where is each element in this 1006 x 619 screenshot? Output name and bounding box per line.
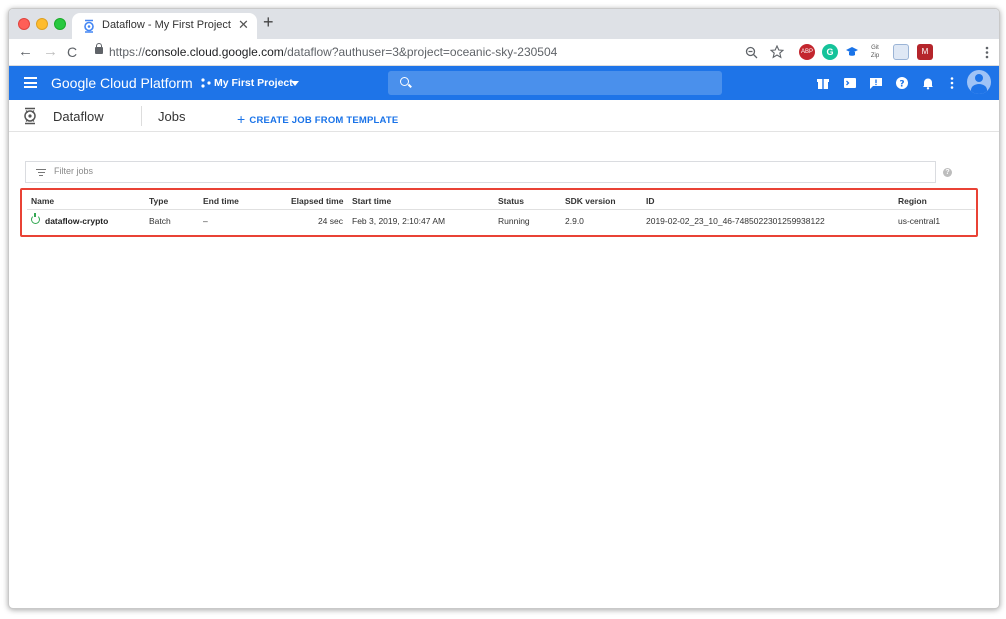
svg-text:?: ? <box>899 80 904 90</box>
column-header-status[interactable]: Status <box>498 196 524 206</box>
chevron-down-icon[interactable] <box>291 81 299 86</box>
back-button[interactable]: ← <box>18 43 33 60</box>
browser-tab[interactable]: Dataflow - My First Project - G ✕ <box>72 13 257 39</box>
job-elapsed-time: 24 sec <box>317 216 343 226</box>
tab-title: Dataflow - My First Project - G <box>102 19 232 31</box>
close-window-button[interactable] <box>18 18 30 30</box>
table-row[interactable]: dataflow-crypto Batch – 24 sec Feb 3, 20… <box>27 210 975 230</box>
browser-window: Dataflow - My First Project - G ✕ + ← → … <box>8 8 1000 609</box>
gcp-header: Google Cloud Platform My First Project ? <box>9 66 999 100</box>
gift-icon[interactable] <box>816 76 830 90</box>
address-bar[interactable]: https://console.cloud.google.com/dataflo… <box>109 45 557 59</box>
search-icon <box>400 77 409 86</box>
job-status: Running <box>498 216 530 226</box>
url-scheme: https:// <box>109 45 146 59</box>
column-header-sdk-version[interactable]: SDK version <box>565 196 616 206</box>
account-avatar[interactable] <box>967 70 991 94</box>
filter-jobs-input[interactable]: Filter jobs <box>25 161 936 183</box>
column-header-start-time[interactable]: Start time <box>352 196 391 206</box>
tab-strip: Dataflow - My First Project - G ✕ + <box>9 9 999 39</box>
graduation-cap-icon[interactable] <box>845 45 859 59</box>
lock-icon <box>95 43 103 54</box>
adblock-extension-icon[interactable]: ABP <box>799 44 815 60</box>
divider <box>141 106 142 126</box>
bookmark-star-icon[interactable] <box>770 45 784 59</box>
column-header-region[interactable]: Region <box>898 196 927 206</box>
column-header-elapsed-time[interactable]: Elapsed time <box>291 196 343 206</box>
help-icon[interactable]: ? <box>895 76 909 90</box>
feedback-icon[interactable] <box>869 76 883 90</box>
help-icon[interactable]: ? <box>943 168 952 177</box>
jobs-table: Name Type End time Elapsed time Start ti… <box>27 193 975 230</box>
column-header-type[interactable]: Type <box>149 196 168 206</box>
grammarly-extension-icon[interactable]: G <box>822 44 838 60</box>
filter-placeholder: Filter jobs <box>54 166 94 176</box>
dataflow-icon <box>84 19 94 33</box>
plus-icon: + <box>237 111 246 127</box>
screenshot-extension-icon[interactable] <box>893 44 909 60</box>
search-input[interactable] <box>388 71 722 95</box>
zoom-icon[interactable] <box>745 46 758 59</box>
browser-toolbar: ← → C https://console.cloud.google.com/d… <box>9 39 999 66</box>
cloud-shell-icon[interactable] <box>843 76 857 90</box>
minimize-window-button[interactable] <box>36 18 48 30</box>
job-start-time: Feb 3, 2019, 2:10:47 AM <box>352 216 446 226</box>
column-header-end-time[interactable]: End time <box>203 196 239 206</box>
product-title: Dataflow <box>53 109 104 124</box>
new-tab-button[interactable]: + <box>263 12 274 33</box>
forward-button[interactable]: → <box>43 43 58 60</box>
column-header-name[interactable]: Name <box>31 196 54 206</box>
create-job-from-template-button[interactable]: + CREATE JOB FROM TEMPLATE <box>237 110 399 127</box>
gcp-brand[interactable]: Google Cloud Platform <box>51 75 193 91</box>
dataflow-icon <box>24 107 36 125</box>
maximize-window-button[interactable] <box>54 18 66 30</box>
create-job-label: CREATE JOB FROM TEMPLATE <box>249 115 399 126</box>
job-id: 2019-02-02_23_10_46-7485022301259938122 <box>646 216 825 226</box>
extension-icon[interactable]: M <box>917 44 933 60</box>
reload-button[interactable]: C <box>67 44 77 60</box>
filter-icon <box>36 169 46 178</box>
column-header-id[interactable]: ID <box>646 196 655 206</box>
more-options-icon[interactable] <box>945 76 959 90</box>
url-path: /dataflow?authuser=3&project=oceanic-sky… <box>283 45 558 59</box>
gitzip-extension-icon[interactable]: Git Zip <box>867 44 883 60</box>
job-region: us-central1 <box>898 216 941 226</box>
job-end-time: – <box>203 216 208 226</box>
hamburger-menu-icon[interactable] <box>24 77 37 88</box>
job-sdk-version: 2.9.0 <box>565 216 584 226</box>
notifications-bell-icon[interactable] <box>921 76 935 90</box>
job-name-link[interactable]: dataflow-crypto <box>45 216 108 226</box>
project-selector[interactable]: My First Project <box>214 77 293 89</box>
url-domain: console.cloud.google.com <box>145 45 284 59</box>
browser-menu-icon[interactable] <box>985 46 989 59</box>
project-icon <box>201 78 211 88</box>
running-status-icon <box>31 213 40 224</box>
page-subheader: Dataflow Jobs + CREATE JOB FROM TEMPLATE <box>9 100 999 132</box>
job-type: Batch <box>149 216 171 226</box>
table-header-row: Name Type End time Elapsed time Start ti… <box>27 193 975 210</box>
page-title: Jobs <box>158 109 186 124</box>
tab-close-icon[interactable]: ✕ <box>238 17 249 33</box>
